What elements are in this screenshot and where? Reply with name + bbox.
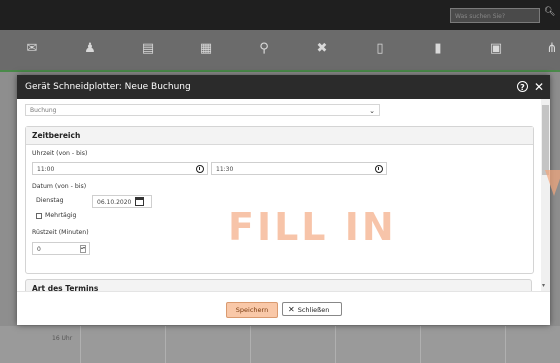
chevron-down-icon[interactable]: ▾: [542, 282, 545, 289]
search-icon[interactable]: 🔍︎: [544, 7, 555, 17]
stepper-icon[interactable]: ▴▾: [80, 245, 86, 253]
mehrtaegig-checkbox[interactable]: [36, 213, 42, 219]
close-button[interactable]: ✕ Schließen: [282, 302, 342, 316]
clock-icon[interactable]: [196, 165, 204, 173]
ruestzeit-label: Rüstzeit (Minuten): [32, 229, 89, 236]
help-icon[interactable]: ?: [517, 81, 528, 92]
art-des-termins-panel[interactable]: Art des Termins: [25, 279, 532, 291]
time-to-input[interactable]: 11:30: [211, 162, 387, 175]
dialog-header: Gerät Schneidplotter: Neue Buchung ? ✕: [17, 75, 550, 99]
calendar-icon[interactable]: [135, 197, 144, 206]
users-icon[interactable]: ♟: [82, 41, 98, 57]
zeitbereich-panel: Zeitbereich Uhrzeit (von - bis) 11:00 11…: [25, 126, 534, 274]
monitor-icon[interactable]: ▣: [488, 41, 504, 57]
search-icon[interactable]: ⚲: [256, 41, 272, 57]
arrow-down-icon: [545, 170, 560, 196]
document-icon[interactable]: ▯: [372, 41, 388, 57]
scrollbar-thumb[interactable]: [542, 105, 549, 175]
time-from-input[interactable]: 11:00: [32, 162, 208, 175]
mehrtaegig-label: Mehrtägig: [45, 212, 77, 219]
save-button[interactable]: Speichern: [226, 302, 278, 318]
panel-title: Zeitbereich: [26, 127, 533, 145]
weekday-label: Dienstag: [36, 197, 64, 204]
chevron-down-icon: ⌄: [369, 107, 375, 115]
calendar-icon[interactable]: ▦: [198, 41, 214, 57]
book-icon[interactable]: ▮: [430, 41, 446, 57]
ruestzeit-input[interactable]: 0 ▴▾: [32, 242, 90, 255]
dialog-footer: Speichern ✕ Schließen: [17, 291, 550, 326]
datum-label: Datum (von - bis): [32, 183, 87, 190]
close-icon: ✕: [288, 305, 295, 314]
close-icon[interactable]: ✕: [534, 75, 544, 99]
top-bar: Was suchen Sie? 🔍︎: [0, 0, 560, 30]
dialog-body: Buchung ⌄ Zeitbereich Uhrzeit (von - bis…: [17, 99, 550, 291]
clock-icon[interactable]: [375, 165, 383, 173]
search-input[interactable]: Was suchen Sie?: [450, 8, 540, 23]
background-calendar: 16 Uhr: [0, 326, 560, 363]
main-nav: ✉ ♟ ▤ ▦ ⚲ ✖ ▯ ▮ ▣ ⋔: [0, 30, 560, 72]
booking-dialog: Gerät Schneidplotter: Neue Buchung ? ✕ B…: [17, 75, 550, 325]
watermark-text: FILL IN: [228, 205, 397, 249]
mail-icon[interactable]: ✉: [24, 41, 40, 57]
sitemap-icon[interactable]: ⋔: [544, 41, 560, 57]
uhrzeit-label: Uhrzeit (von - bis): [32, 150, 88, 157]
tools-icon[interactable]: ✖: [314, 41, 330, 57]
time-label: 16 Uhr: [52, 335, 73, 342]
building-icon[interactable]: ▤: [140, 41, 156, 57]
booking-type-select[interactable]: Buchung ⌄: [25, 104, 380, 116]
dialog-title: Gerät Schneidplotter: Neue Buchung: [25, 82, 191, 92]
